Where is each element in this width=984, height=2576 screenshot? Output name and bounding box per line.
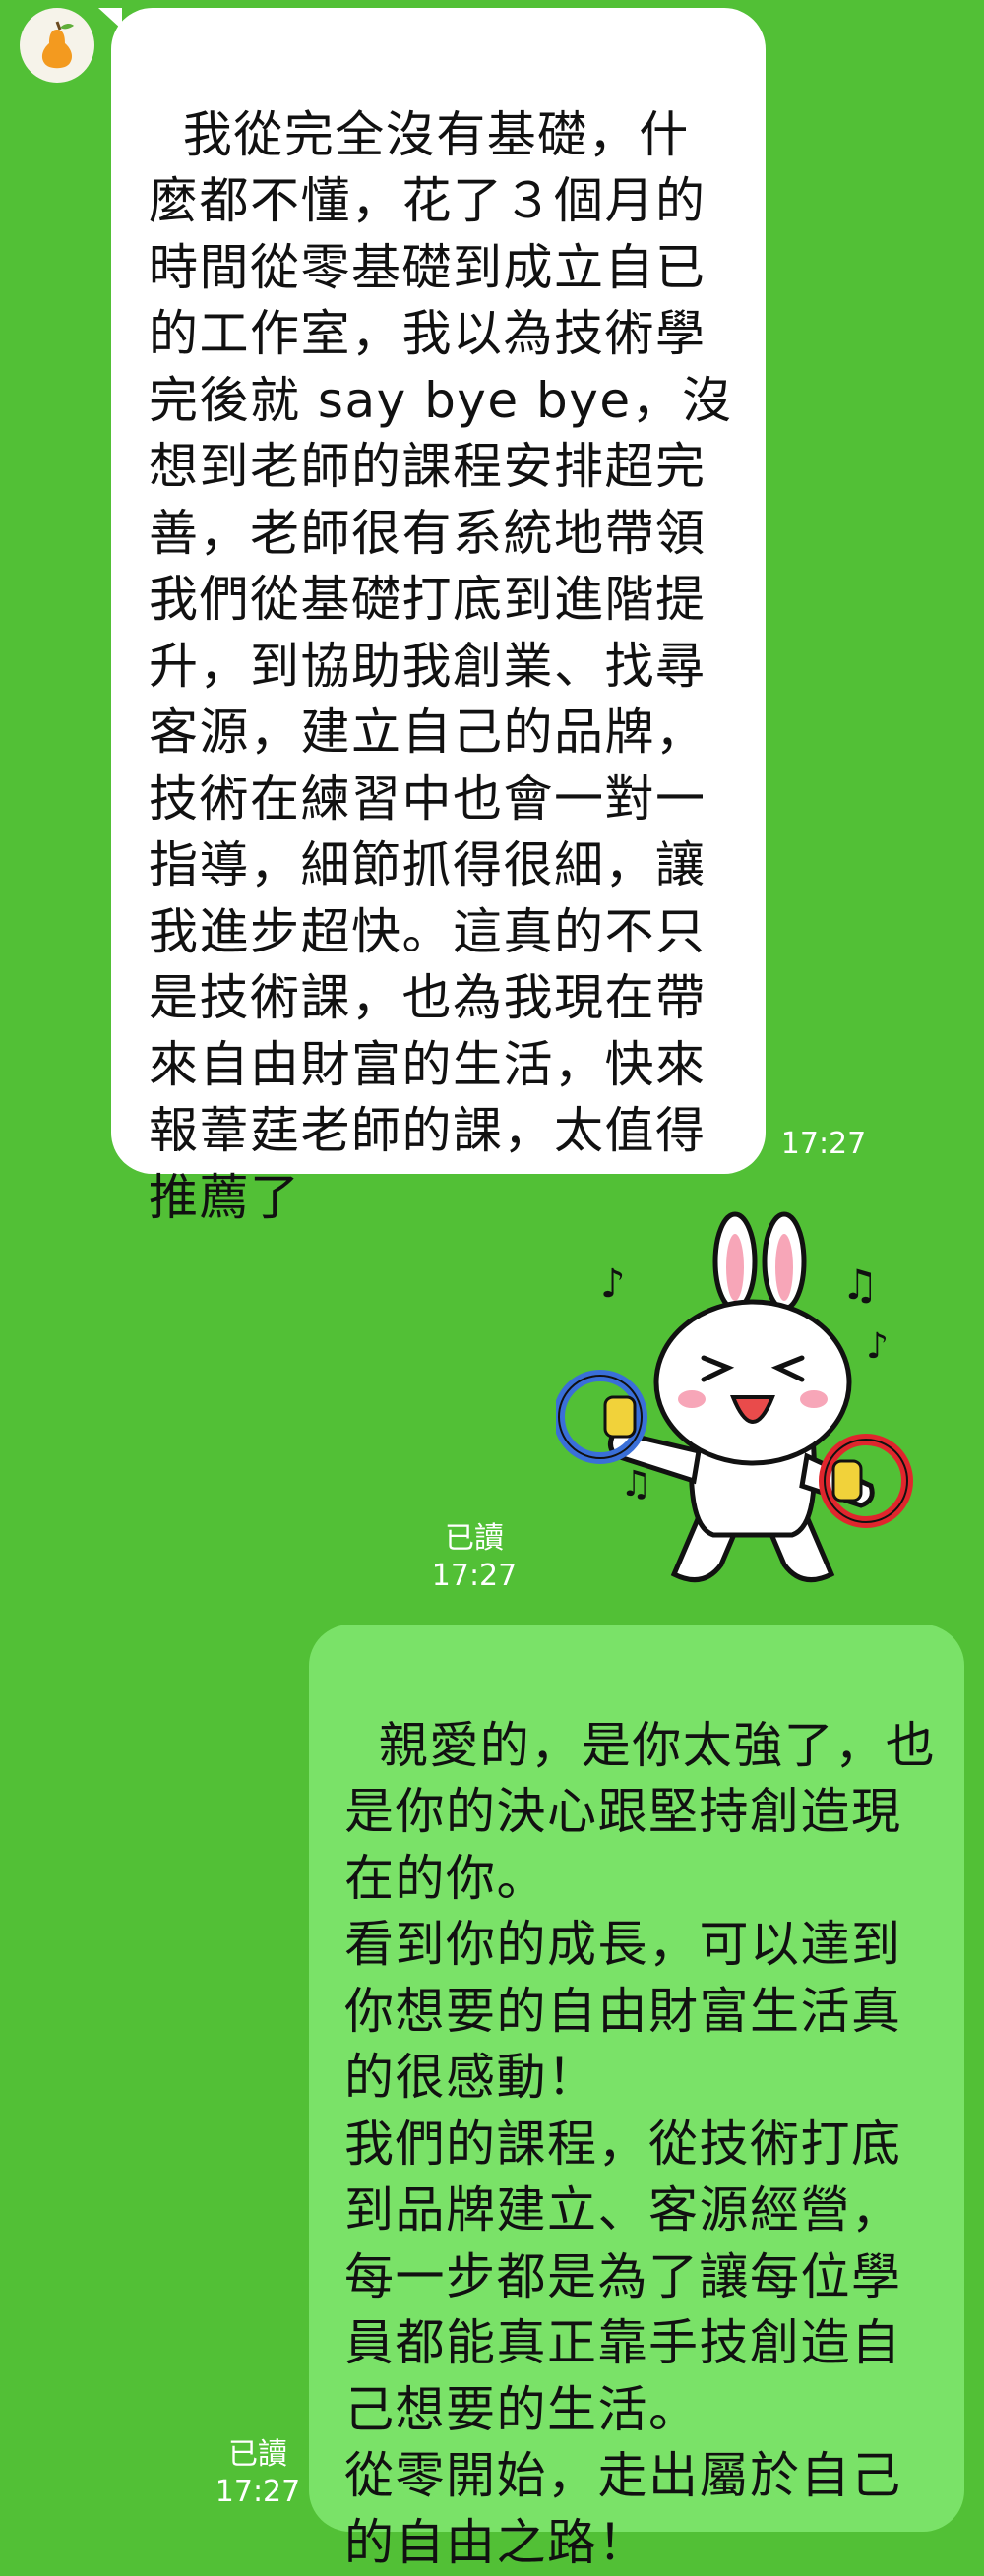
svg-text:♫: ♫ — [620, 1464, 651, 1504]
svg-text:♪: ♪ — [866, 1326, 889, 1367]
svg-text:♫: ♫ — [841, 1260, 879, 1309]
incoming-message-time: 17:27 — [780, 1127, 867, 1161]
outgoing-message-bubble[interactable]: 親愛的，是你太強了，也是你的決心跟堅持創造現在的你。 看到你的成長，可以達到你想… — [309, 1625, 964, 2571]
sticker-read-receipt: 已讀 — [445, 1521, 504, 1556]
sender-avatar[interactable] — [20, 8, 94, 83]
incoming-message-bubble[interactable]: 我從完全沒有基礎，什麼都不懂，花了３個月的時間從零基礎到成立自已的工作室，我以為… — [111, 8, 766, 1226]
cony-rabbit-tambourine-sticker[interactable]: ♪ ♫ ♪ ♫ — [553, 1210, 920, 1594]
outgoing-message-text: 親愛的，是你太強了，也是你的決心跟堅持創造現在的你。 看到你的成長，可以達到你想… — [344, 1716, 937, 2571]
svg-text:♪: ♪ — [600, 1261, 626, 1307]
pear-icon — [41, 21, 74, 69]
outgoing-read-receipt: 已讀 — [228, 2437, 287, 2472]
incoming-message-text: 我從完全沒有基礎，什麼都不懂，花了３個月的時間從零基礎到成立自已的工作室，我以為… — [149, 105, 733, 1226]
outgoing-message-time: 17:27 — [215, 2475, 301, 2509]
sticker-time: 17:27 — [431, 1559, 518, 1593]
